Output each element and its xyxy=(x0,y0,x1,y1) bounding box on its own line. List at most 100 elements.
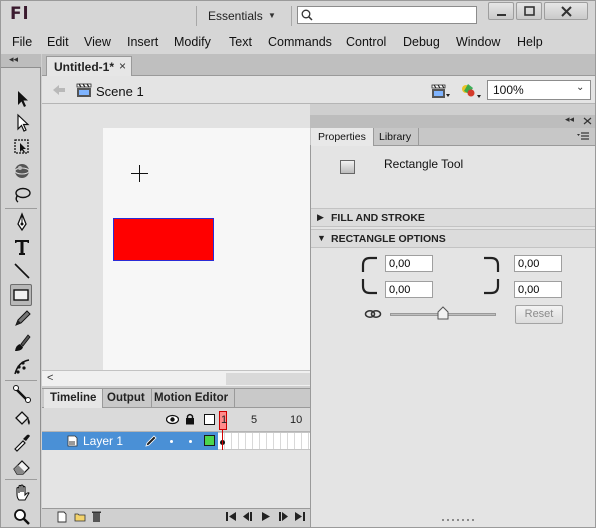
document-tab-label: Untitled-1* xyxy=(54,60,114,74)
tool-divider xyxy=(5,208,37,209)
rectangle-tool[interactable] xyxy=(10,284,32,306)
menu-insert[interactable]: Insert xyxy=(127,35,158,49)
visibility-dot[interactable] xyxy=(170,440,173,443)
frame-number: 5 xyxy=(251,414,258,426)
step-back-frame-icon[interactable] xyxy=(242,511,255,522)
pen-tool-icon[interactable] xyxy=(11,212,33,234)
bottom-left-corner-icon xyxy=(361,279,377,295)
scroll-left-arrow-icon[interactable]: < xyxy=(47,372,53,384)
eraser-tool-icon[interactable] xyxy=(11,455,33,477)
menu-help[interactable]: Help xyxy=(517,35,543,49)
tools-panel-header[interactable]: ◂◂ xyxy=(1,54,41,68)
selected-tool-name: Rectangle Tool xyxy=(384,157,464,171)
maximize-button[interactable] xyxy=(516,2,542,20)
close-icon xyxy=(561,6,572,17)
menu-view[interactable]: View xyxy=(84,35,111,49)
outline-icon[interactable] xyxy=(204,414,215,425)
top-right-corner-icon xyxy=(484,256,500,272)
horizontal-scrollbar[interactable]: < xyxy=(42,370,310,386)
minimize-button[interactable] xyxy=(488,2,514,20)
menu-debug[interactable]: Debug xyxy=(403,35,440,49)
trash-icon[interactable] xyxy=(91,510,102,523)
lock-icon[interactable] xyxy=(185,413,195,425)
go-to-first-frame-icon[interactable] xyxy=(225,511,237,522)
rectangle-options-section[interactable]: ▼ RECTANGLE OPTIONS xyxy=(311,229,595,248)
new-folder-icon[interactable] xyxy=(74,511,86,523)
back-arrow-icon[interactable] xyxy=(52,84,66,96)
lasso-tool-icon[interactable] xyxy=(11,184,33,206)
paint-bucket-tool-icon[interactable] xyxy=(11,407,33,429)
scrollbar-thumb[interactable] xyxy=(226,373,310,385)
zoom-select[interactable]: 100% ⌄ xyxy=(487,80,591,100)
top-left-radius-input[interactable] xyxy=(385,255,433,272)
reset-button[interactable]: Reset xyxy=(515,305,563,324)
bottom-left-radius-input[interactable] xyxy=(385,281,433,298)
tab-output[interactable]: Output xyxy=(101,389,152,408)
chevron-down-icon: ▼ xyxy=(268,11,276,20)
hand-tool-icon[interactable] xyxy=(11,482,33,504)
workspace-switcher[interactable]: Essentials ▼ xyxy=(200,6,282,26)
section-label: RECTANGLE OPTIONS xyxy=(331,233,446,245)
edit-symbol-icon[interactable] xyxy=(459,82,483,100)
edit-scene-icon[interactable] xyxy=(431,82,451,100)
brush-tool-icon[interactable] xyxy=(11,332,33,354)
fill-and-stroke-section[interactable]: ▶ FILL AND STROKE xyxy=(311,208,595,227)
menu-text[interactable]: Text xyxy=(229,35,252,49)
search-box[interactable] xyxy=(297,6,477,24)
title-separator xyxy=(291,6,292,26)
eye-icon[interactable] xyxy=(166,414,179,425)
tab-library[interactable]: Library xyxy=(372,128,420,146)
deco-tool-icon[interactable] xyxy=(11,356,33,378)
rectangle-tool-icon xyxy=(13,289,29,301)
tab-properties[interactable]: Properties xyxy=(311,128,374,146)
menu-file[interactable]: File xyxy=(12,35,32,49)
search-input[interactable] xyxy=(318,8,473,22)
selection-tool-icon[interactable] xyxy=(11,88,33,110)
timeline-layers-area xyxy=(42,450,310,508)
tab-timeline[interactable]: Timeline xyxy=(44,389,104,408)
workspace-label: Essentials xyxy=(208,9,263,23)
play-icon[interactable] xyxy=(260,511,271,522)
bottom-right-radius-input[interactable] xyxy=(514,281,562,298)
pencil-tool-icon[interactable] xyxy=(11,308,33,330)
link-icon[interactable] xyxy=(364,308,382,320)
eyedropper-tool-icon[interactable] xyxy=(11,431,33,453)
layer-outline-color[interactable] xyxy=(204,435,215,446)
properties-panel xyxy=(310,146,595,527)
close-icon[interactable]: × xyxy=(119,59,126,73)
menu-commands[interactable]: Commands xyxy=(268,35,332,49)
menu-window[interactable]: Window xyxy=(456,35,500,49)
lock-dot[interactable] xyxy=(189,440,192,443)
resize-grip-icon[interactable] xyxy=(440,518,480,523)
chevron-down-icon: ⌄ xyxy=(576,82,585,93)
properties-panel-header: ◂◂ xyxy=(310,114,595,128)
scene-label: Scene 1 xyxy=(96,84,144,99)
tab-motion-editor[interactable]: Motion Editor xyxy=(148,389,236,408)
free-transform-tool-icon[interactable] xyxy=(11,136,33,158)
title-separator xyxy=(196,6,197,26)
menu-edit[interactable]: Edit xyxy=(47,35,69,49)
radius-slider-thumb[interactable] xyxy=(437,306,449,320)
text-tool-icon[interactable] xyxy=(11,236,33,258)
step-forward-frame-icon[interactable] xyxy=(276,511,289,522)
3d-rotation-tool-icon[interactable] xyxy=(11,160,33,182)
panel-menu-icon[interactable] xyxy=(576,131,590,141)
menu-control[interactable]: Control xyxy=(346,35,386,49)
collapse-icon[interactable]: ◂◂ xyxy=(565,114,574,125)
line-tool-icon[interactable] xyxy=(11,260,33,282)
collapse-icon: ◂◂ xyxy=(9,54,19,64)
layer-name[interactable]: Layer 1 xyxy=(83,434,123,448)
document-tab[interactable]: Untitled-1* × xyxy=(46,56,132,76)
menu-modify[interactable]: Modify xyxy=(174,35,211,49)
document-tab-bar-extension xyxy=(310,54,595,76)
new-layer-icon[interactable] xyxy=(56,511,68,523)
close-icon[interactable] xyxy=(583,117,592,125)
go-to-last-frame-icon[interactable] xyxy=(294,511,306,522)
subselection-tool-icon[interactable] xyxy=(11,112,33,134)
close-button[interactable] xyxy=(544,2,588,20)
rectangle-shape[interactable] xyxy=(113,218,214,261)
top-right-radius-input[interactable] xyxy=(514,255,562,272)
bone-tool-icon[interactable] xyxy=(11,383,33,405)
zoom-tool-icon[interactable] xyxy=(11,506,33,528)
frames-row[interactable] xyxy=(218,432,310,450)
